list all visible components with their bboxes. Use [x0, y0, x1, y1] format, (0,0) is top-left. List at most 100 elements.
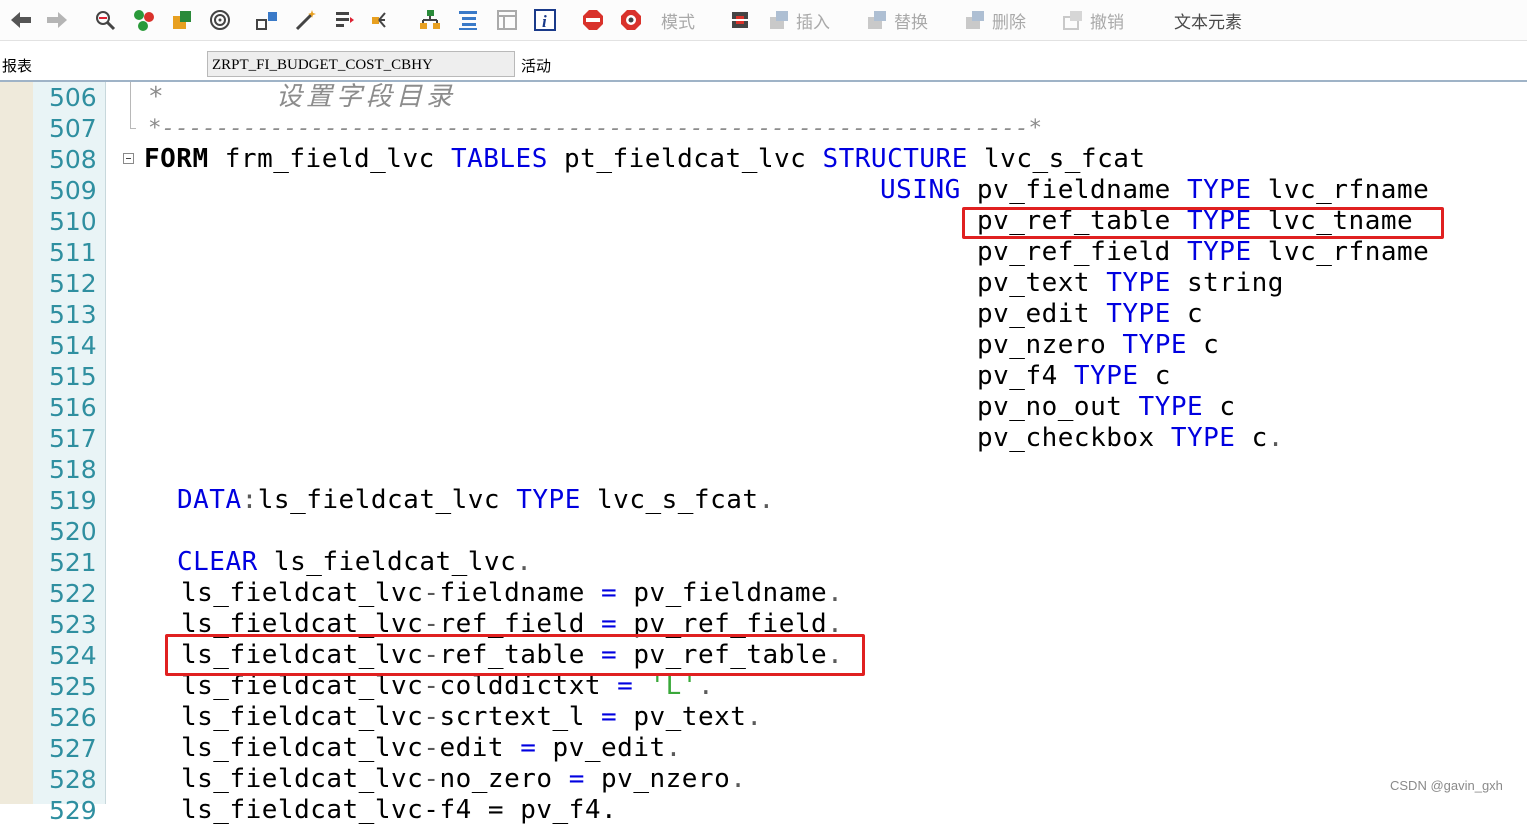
code-line-517[interactable]: pv_checkbox TYPE c.: [977, 423, 1284, 454]
replace-icon: [868, 11, 886, 29]
type-keyword: TYPE: [1106, 299, 1171, 329]
replace-button[interactable]: 替换: [866, 6, 928, 34]
code-line-515[interactable]: pv_f4 TYPE c: [977, 361, 1171, 392]
line-number: 524: [49, 641, 97, 670]
undo-icon: [1063, 11, 1082, 30]
code-line-512[interactable]: pv_text TYPE string: [977, 268, 1284, 299]
undo-button[interactable]: 撤销: [1062, 6, 1124, 34]
mode-button[interactable]: 模式: [661, 6, 695, 34]
clear-keyword: CLEAR: [177, 547, 258, 577]
code-line-506[interactable]: * 设置字段目录: [148, 82, 452, 113]
screen-layout-icon[interactable]: [494, 6, 520, 34]
code-line-511[interactable]: pv_ref_field TYPE lvc_rfname: [977, 237, 1429, 268]
line-number: 520: [49, 517, 97, 546]
highlight-box-ref-table-assign: [165, 634, 865, 676]
period: .: [746, 702, 763, 732]
line-number: 507: [49, 114, 97, 143]
comment-star: *: [148, 82, 165, 112]
param-name: pv_nzero: [977, 330, 1123, 360]
variable-name: ls_fieldcat_lvc: [257, 547, 517, 577]
assigned-value: pv_edit: [536, 733, 666, 763]
replace-label: 替换: [894, 12, 928, 33]
session-breakpoint-icon[interactable]: [618, 6, 644, 34]
tables-keyword: TABLES: [450, 144, 548, 174]
code-line-514[interactable]: pv_nzero TYPE c: [977, 330, 1219, 361]
magic-wand-icon[interactable]: [293, 6, 319, 34]
type-keyword: TYPE: [1122, 330, 1188, 360]
pretty-printer-icon[interactable]: [727, 6, 753, 34]
line-number: 525: [49, 672, 97, 701]
component-dash: -: [423, 702, 440, 732]
code-line-519[interactable]: DATA:ls_fieldcat_lvc TYPE lvc_s_fcat.: [177, 485, 775, 516]
fold-guide: [130, 82, 131, 128]
code-line-526[interactable]: ls_fieldcat_lvc-scrtext_l = pv_text.: [181, 702, 763, 733]
undo-label: 撤销: [1090, 12, 1124, 33]
param-type: c: [1203, 392, 1236, 422]
line-number: 517: [49, 424, 97, 453]
type-keyword: TYPE: [1106, 268, 1171, 298]
line-number: 514: [49, 331, 97, 360]
insert-button[interactable]: 插入: [768, 6, 830, 34]
fold-guide-end: [130, 128, 136, 129]
param-name: pv_f4: [977, 361, 1074, 391]
pattern-icon[interactable]: [331, 6, 357, 34]
line-number: 508: [49, 145, 97, 174]
line-number: 516: [49, 393, 97, 422]
assign-operator: =: [601, 578, 618, 608]
assigned-value: pv_nzero: [584, 764, 731, 794]
type-keyword: TYPE: [1187, 237, 1252, 267]
code-line-521[interactable]: CLEAR ls_fieldcat_lvc.: [177, 547, 532, 578]
using-keyword: USING: [880, 175, 961, 205]
line-number: 510: [49, 207, 97, 236]
where-used-list-icon[interactable]: [207, 6, 233, 34]
line-number: 523: [49, 610, 97, 639]
forward-arrow-icon[interactable]: [44, 6, 70, 34]
structure-type: lvc_s_fcat: [967, 144, 1146, 174]
type-keyword: TYPE: [516, 485, 581, 515]
delete-icon: [966, 11, 984, 29]
outline-icon[interactable]: [455, 6, 481, 34]
delete-button[interactable]: 删除: [964, 6, 1026, 34]
type-keyword: TYPE: [1186, 175, 1252, 205]
component-name: edit: [439, 733, 521, 763]
line-number: 522: [49, 579, 97, 608]
bookmark-margin[interactable]: [0, 82, 33, 804]
line-number: 509: [49, 176, 97, 205]
text-elements-button[interactable]: 文本元素: [1174, 6, 1242, 34]
line-number: 529: [49, 796, 97, 825]
assigned-value: pv_fieldname: [617, 578, 828, 608]
other-object-icon[interactable]: [92, 6, 118, 34]
collapse-form-icon[interactable]: [123, 153, 134, 164]
param-type: c: [1138, 361, 1171, 391]
param-name: pv_ref_field: [977, 237, 1187, 267]
code-line-507[interactable]: *---------------------------------------…: [148, 113, 1042, 144]
back-arrow-icon[interactable]: [8, 6, 34, 34]
line-number: 526: [49, 703, 97, 732]
param-type: lvc_rfname: [1251, 175, 1430, 205]
form-name: frm_field_lvc: [208, 144, 451, 174]
variable-type: lvc_s_fcat: [580, 485, 759, 515]
line-number: 513: [49, 300, 97, 329]
param-name: pv_text: [977, 268, 1107, 298]
period: .: [827, 578, 844, 608]
activate-icon[interactable]: [169, 6, 195, 34]
code-line-527[interactable]: ls_fieldcat_lvc-edit = pv_edit.: [181, 733, 682, 764]
navigation-tree-icon[interactable]: [369, 6, 395, 34]
component-dash: -: [423, 764, 440, 794]
info-icon[interactable]: i: [532, 6, 558, 34]
component-name: fieldname: [439, 578, 602, 608]
abap-code-editor[interactable]: 506 507 508 509 510 511 512 513 514 515 …: [0, 82, 1527, 825]
code-line-529[interactable]: ls_fieldcat_lvc-f4 = pv_f4.: [181, 795, 617, 826]
hierarchy-icon[interactable]: [417, 6, 443, 34]
object-list-icon[interactable]: [254, 6, 280, 34]
code-line-509[interactable]: USING pv_fieldname TYPE lvc_rfname: [880, 175, 1429, 206]
stop-breakpoint-icon[interactable]: [580, 6, 606, 34]
type-keyword: TYPE: [1073, 361, 1139, 391]
code-line-513[interactable]: pv_edit TYPE c: [977, 299, 1203, 330]
code-line-522[interactable]: ls_fieldcat_lvc-fieldname = pv_fieldname…: [181, 578, 843, 609]
code-line-528[interactable]: ls_fieldcat_lvc-no_zero = pv_nzero.: [181, 764, 746, 795]
application-toolbar: i 模式 插入 替换 删除 撤销 文本元素: [0, 0, 1527, 41]
code-line-516[interactable]: pv_no_out TYPE c: [977, 392, 1235, 423]
code-line-508[interactable]: FORM frm_field_lvc TABLES pt_fieldcat_lv…: [144, 144, 1146, 175]
check-syntax-icon[interactable]: [131, 6, 157, 34]
